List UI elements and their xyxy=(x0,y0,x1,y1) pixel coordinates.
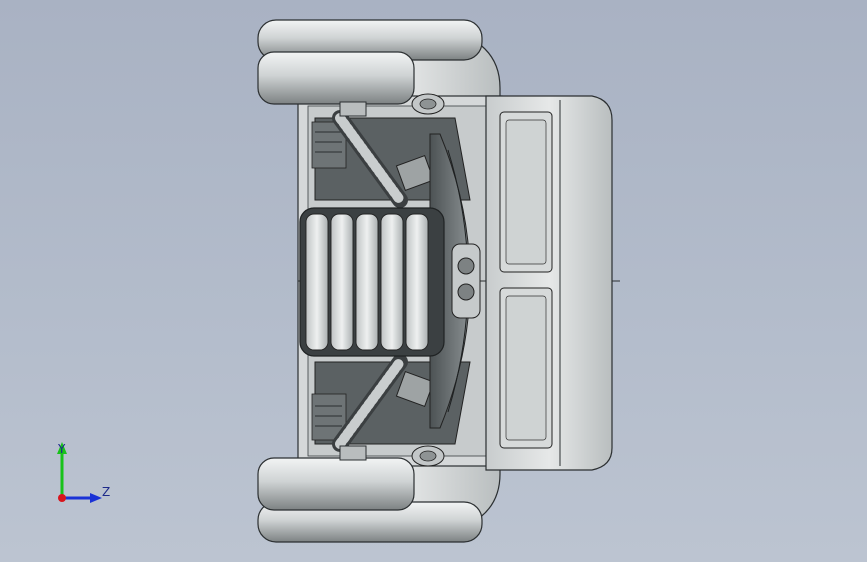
mount-hole-bottom xyxy=(411,445,445,467)
sensor-pod xyxy=(451,243,481,319)
y-axis-label: Y xyxy=(58,442,66,456)
front-grille xyxy=(299,207,445,357)
z-axis-label: Z xyxy=(102,485,111,499)
x-axis-dot xyxy=(58,494,66,502)
axis-triad: Y Z xyxy=(40,430,130,520)
z-arrow-head xyxy=(90,493,102,503)
robot-chassis-model[interactable] xyxy=(0,0,867,562)
triad-graphic xyxy=(57,442,102,503)
cad-viewport[interactable]: Y Z xyxy=(0,0,867,562)
mount-hole-top xyxy=(411,93,445,115)
rear-bumper xyxy=(485,95,613,471)
